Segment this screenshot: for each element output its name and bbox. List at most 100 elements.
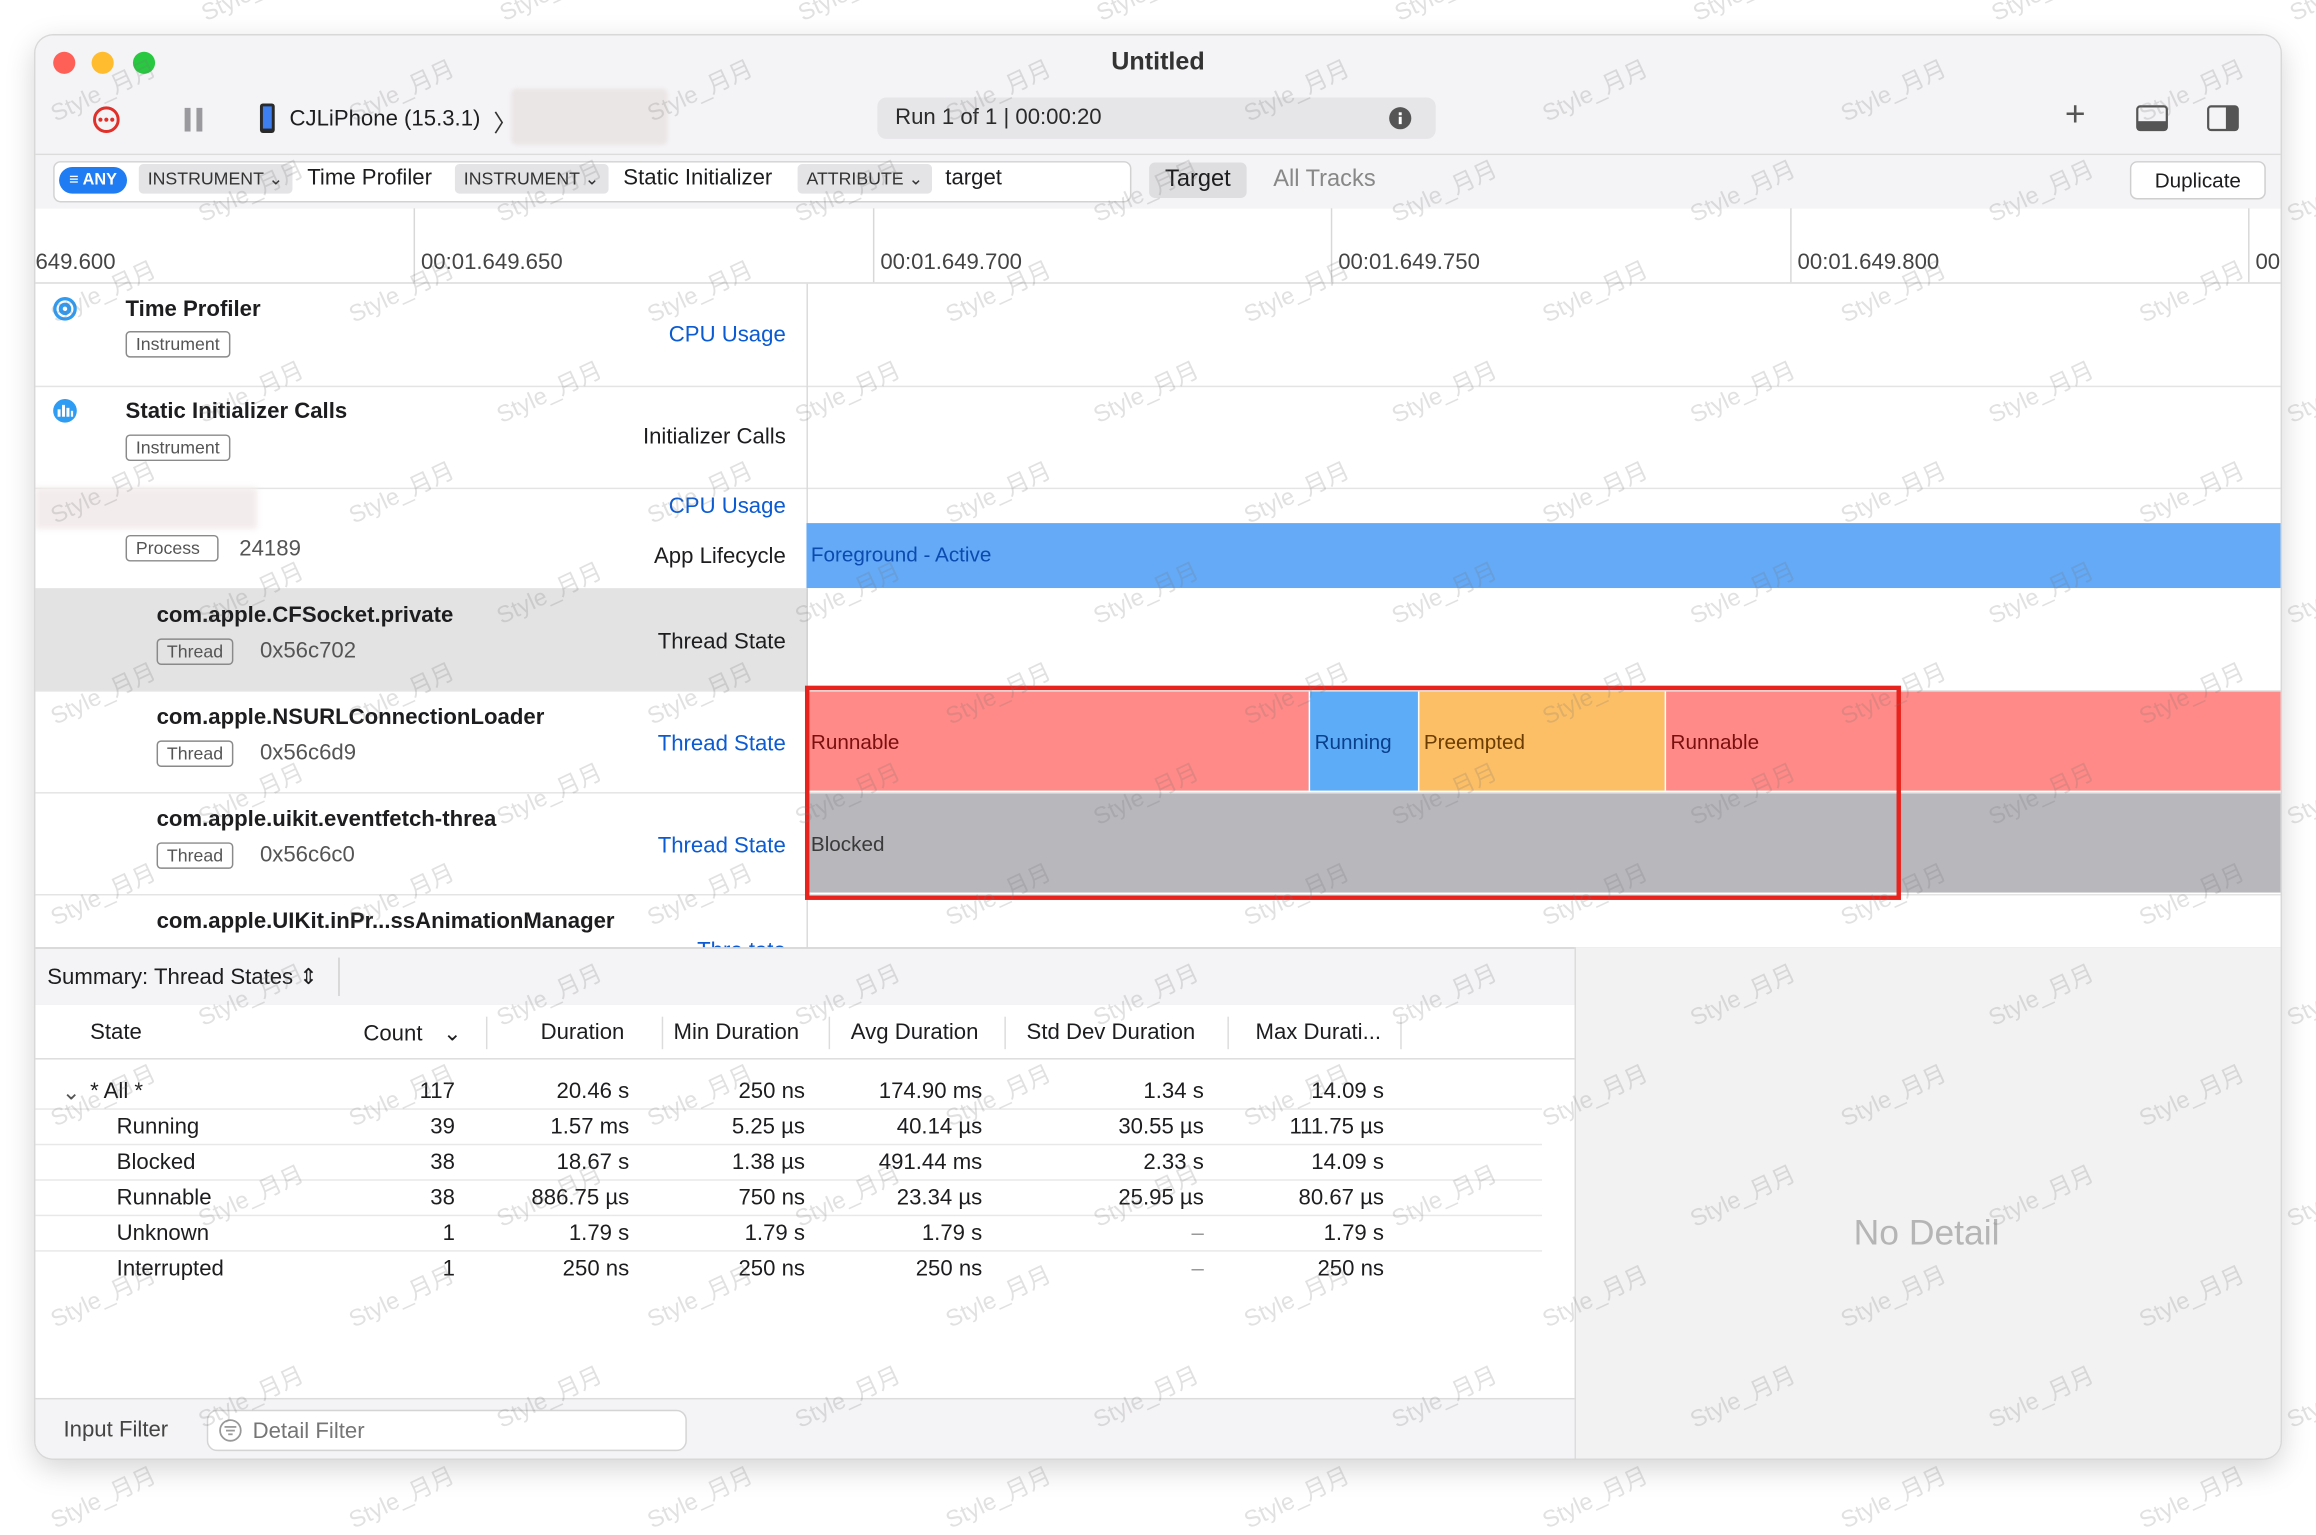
track-row-thread-cfsocket[interactable]: com.apple.CFSocket.private Thread 0x56c7… [35,588,2281,692]
avg-cell: 491.44 ms [878,1149,983,1175]
track-title: Time Profiler [125,297,261,323]
process-tag-label: Process [135,537,200,559]
track-row-time-profiler[interactable]: Time Profiler Instrument CPU Usage [35,283,2281,388]
all-tracks-scope-button[interactable]: All Tracks [1273,167,1375,194]
track-row-process[interactable]: Process 24189 CPU Usage App Lifecycle Fo… [35,487,2281,589]
watermark-text: Style_月月 [2282,559,2316,630]
column-header-stddev-duration[interactable]: Std Dev Duration [1027,1020,1196,1045]
column-divider [485,1016,488,1050]
filter-token-kind-1[interactable]: INSTRUMENT ⌄ [138,164,293,194]
max-cell: 111.75 µs [1289,1114,1384,1140]
ruler-tick-label: 00:01.649.800 [1797,249,1940,275]
filter-token-value-1[interactable]: Time Profiler [307,164,432,194]
lifecycle-segment[interactable]: Foreground - Active [806,523,2281,589]
updown-chevron-icon: ⇕ [299,964,318,991]
min-cell: 250 ns [738,1256,805,1282]
track-row-static-initializer[interactable]: Static Initializer Calls Instrument Init… [35,385,2281,490]
track-title: Static Initializer Calls [125,398,348,425]
process-id: 24189 [239,536,301,562]
filter-token-kind-2[interactable]: INSTRUMENT ⌄ [454,164,609,194]
ruler-tick-label: 00 [2255,249,2281,275]
target-device[interactable]: CJLiPhone (15.3.1) [290,106,481,131]
max-cell: 80.67 µs [1298,1185,1384,1211]
filter-circle-icon [219,1419,242,1442]
ruler-tick [413,208,416,283]
table-row[interactable]: Running 39 1.57 ms 5.25 µs 40.14 µs 30.5… [35,1108,1543,1146]
column-header-duration[interactable]: Duration [541,1020,625,1045]
table-row[interactable]: Blocked 38 18.67 s 1.38 µs 491.44 ms 2.3… [35,1144,1543,1181]
min-cell: 750 ns [738,1185,805,1211]
watermark-text: Style_月月 [1089,0,1206,28]
count-cell: 1 [442,1256,455,1282]
track-label-area: com.apple.uikit.eventfetch-threa Thread … [35,792,808,895]
std-cell: 1.34 s [1143,1078,1204,1104]
column-header-avg-duration[interactable]: Avg Duration [851,1020,979,1045]
right-panel-toggle-icon[interactable] [2207,105,2239,132]
thread-address: 0x56c6d9 [259,740,357,766]
thread-address: 0x56c6c0 [259,842,355,868]
track-type-label[interactable]: Initializer Calls [643,424,786,449]
stop-record-icon[interactable] [92,105,122,135]
watermark-text: Style_月月 [46,1463,160,1535]
track-type-label[interactable]: Thread State [658,833,786,858]
table-row[interactable]: Runnable 38 886.75 µs 750 ns 23.34 µs 25… [35,1179,1543,1217]
any-toggle[interactable]: ≡ ANY [59,166,128,194]
column-header-max-duration[interactable]: Max Durati... [1255,1020,1381,1045]
run-status-text: Run 1 of 1 | 00:00:20 [895,104,1102,131]
track-title: com.apple.CFSocket.private [156,602,454,629]
sort-chevron-icon: ⌄ [443,1021,462,1047]
token-kind-label: ATTRIBUTE [806,168,904,190]
track-type-label[interactable]: CPU Usage [669,322,786,347]
watermark-text: Style_月月 [941,1463,1055,1535]
highlight-rectangle [804,685,1901,900]
ruler-tick-label: 00:01.649.700 [880,249,1023,275]
info-icon[interactable] [1388,106,1412,130]
blurred-app-name [35,487,258,530]
extended-detail-panel: No Detail [1574,947,2281,1459]
summary-selector[interactable]: Summary: Thread States ⇕ [47,963,318,990]
std-cell: – [1191,1220,1204,1246]
disclosure-chevron-icon[interactable]: ⌄ [62,1079,81,1105]
filter-token-value-2[interactable]: Static Initializer [623,164,772,194]
column-header-count[interactable]: Count ⌄ [363,1020,462,1047]
watermark-text: Style_月月 [1685,0,1802,28]
std-cell: 30.55 µs [1118,1114,1204,1140]
ruler-tick [1790,208,1792,283]
watermark-text: Style_月月 [2282,760,2316,831]
track-type-label[interactable]: Thread State [658,630,786,655]
watermark-text: Style_月月 [2282,1162,2316,1233]
state-cell: * All * [90,1078,144,1104]
pause-icon[interactable] [183,106,204,133]
process-tag[interactable]: Process [125,534,220,562]
watermark-text: Style_月月 [345,1463,459,1535]
filter-token-value-3[interactable]: target [945,164,1002,194]
ruler-tick [872,208,875,283]
track-type-label[interactable]: CPU Usage [669,494,786,519]
watermark-text: Style_月月 [1240,1463,1354,1535]
blurred-process [511,88,668,145]
watermark-text: Style_月月 [790,0,907,28]
target-scope-button[interactable]: Target [1149,162,1247,199]
ruler-tick [2248,208,2250,283]
ruler-tick [1330,208,1333,283]
track-plot-area [807,588,2281,691]
column-header-state[interactable]: State [90,1020,142,1045]
column-divider [1227,1016,1229,1050]
detail-filter-field[interactable] [206,1409,687,1452]
duplicate-button[interactable]: Duplicate [2129,161,2266,200]
detail-filter-input[interactable] [249,1414,670,1447]
track-type-label[interactable]: Thread State [658,731,786,756]
count-cell: 38 [430,1185,455,1211]
track-row-thread-animation[interactable]: com.apple.UIKit.inPr...ssAnimationManage… [35,894,2280,963]
table-row[interactable]: ⌄ * All * 117 20.46 s 250 ns 174.90 ms 1… [35,1073,1543,1110]
add-instrument-icon[interactable]: + [2065,97,2086,133]
state-cell: Blocked [116,1149,196,1175]
track-type-label[interactable]: App Lifecycle [654,544,786,569]
watermark-text: Style_月月 [643,1463,757,1535]
table-row[interactable]: Interrupted 1 250 ns 250 ns 250 ns – 250… [35,1250,1542,1285]
bottom-panel-toggle-icon[interactable] [2136,105,2168,132]
column-header-min-duration[interactable]: Min Duration [674,1020,800,1045]
timeline-ruler[interactable]: 649.600 00:01.649.650 00:01.649.700 00:0… [35,208,2281,284]
table-row[interactable]: Unknown 1 1.79 s 1.79 s 1.79 s – 1.79 s [35,1215,1543,1252]
filter-token-kind-3[interactable]: ATTRIBUTE ⌄ [797,164,933,194]
